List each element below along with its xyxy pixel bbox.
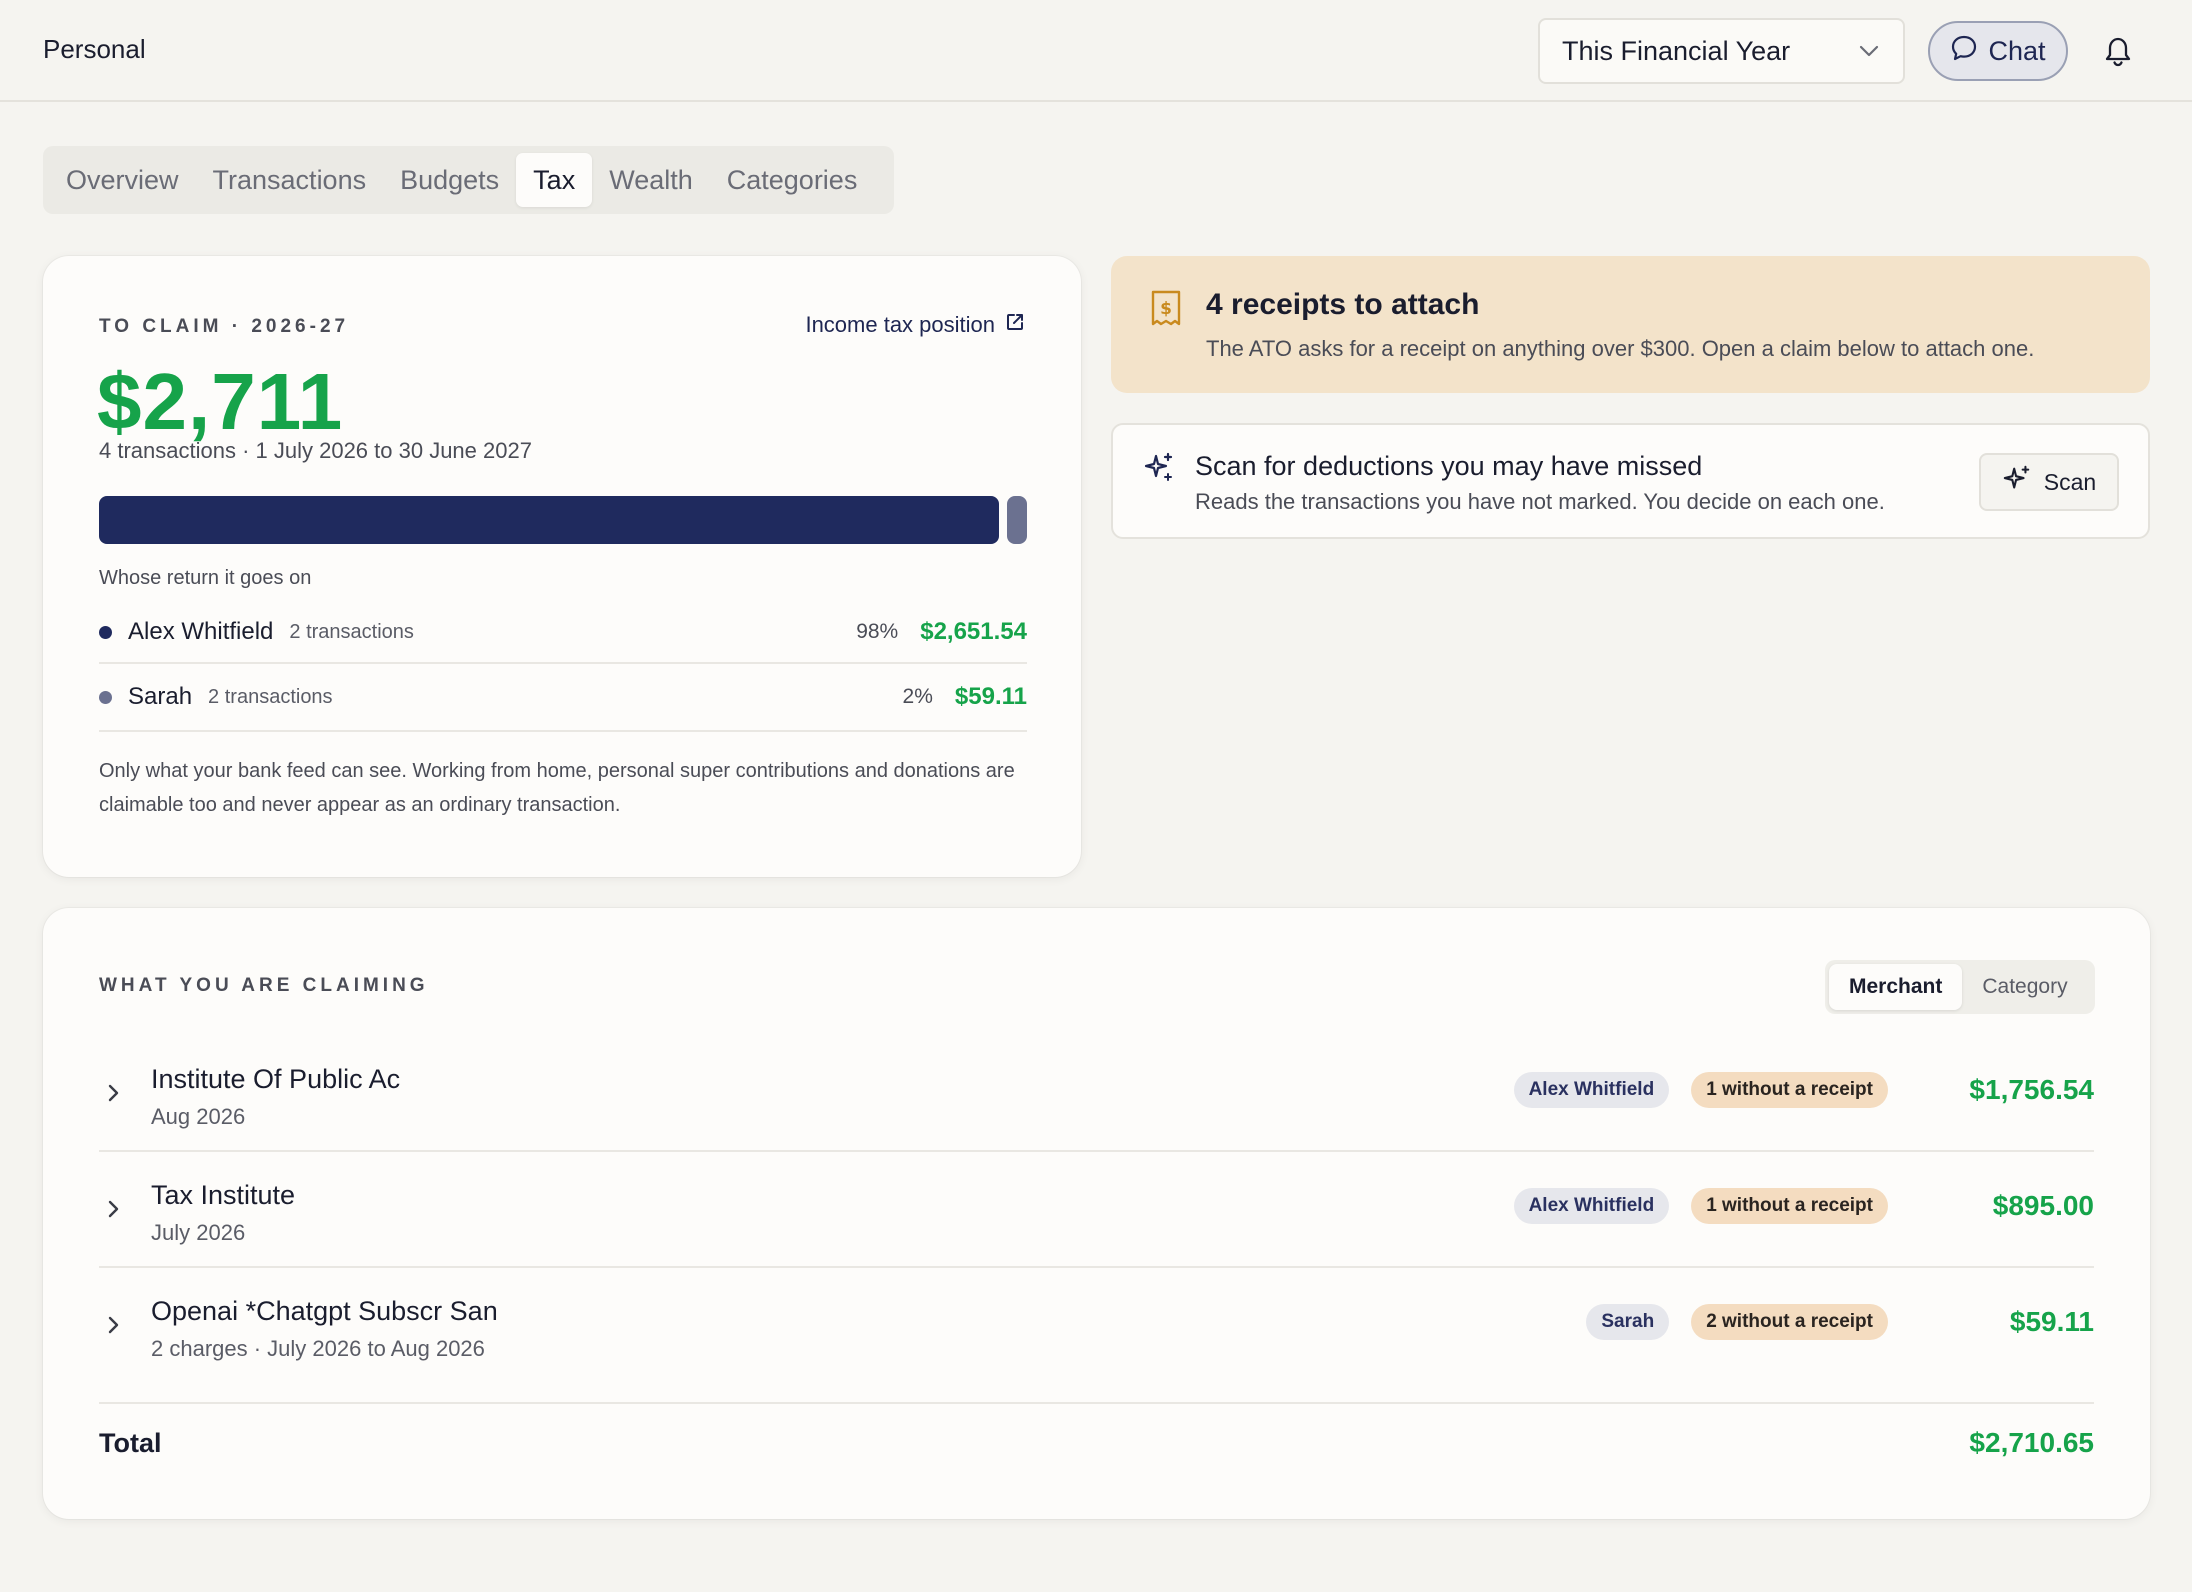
merchant-date: July 2026	[151, 1220, 246, 1245]
claim-subtitle: 4 transactions · 1 July 2026 to 30 June …	[99, 438, 532, 463]
claim-row[interactable]: Openai *Chatgpt Subscr San 2 charges · J…	[99, 1268, 2094, 1404]
receipt-icon: $	[1149, 289, 1183, 327]
person-count: 2 transactions	[289, 620, 414, 643]
merchant-name: Institute Of Public Ac	[151, 1064, 401, 1094]
person-percent: 2%	[902, 685, 933, 708]
person-amount: $59.11	[954, 683, 1027, 710]
person-row-alex: Alex Whitfield 2 transactions 98% $2,651…	[99, 602, 1027, 664]
chevron-right-icon[interactable]	[105, 1078, 123, 1108]
scan-title: Scan for deductions you may have missed	[1195, 451, 1703, 481]
claim-amount: $1,756.54	[1969, 1074, 2094, 1105]
person-percent: 98%	[856, 620, 899, 643]
claim-row[interactable]: Tax Institute July 2026 Alex Whitfield 1…	[99, 1152, 2094, 1268]
person-badge: Sarah	[1586, 1304, 1670, 1340]
claiming-eyebrow: WHAT YOU ARE CLAIMING	[99, 975, 429, 996]
split-bar-alex	[99, 496, 999, 544]
return-split-bar	[99, 496, 1027, 544]
person-amount: $2,651.54	[920, 618, 1027, 645]
claim-amount: $59.11	[2009, 1306, 2094, 1337]
chat-bubble-icon	[1950, 34, 1978, 69]
receipt-badge[interactable]: 1 without a receipt	[1691, 1072, 1888, 1108]
receipts-title: 4 receipts to attach	[1206, 288, 1480, 321]
tab-budgets[interactable]: Budgets	[383, 153, 516, 207]
sparkle-icon	[1143, 451, 1175, 483]
merchant-date: Aug 2026	[151, 1104, 246, 1129]
person-name: Sarah	[128, 683, 193, 710]
person-count: 2 transactions	[208, 685, 333, 708]
svg-text:$: $	[1160, 299, 1172, 319]
scan-text: Reads the transactions you have not mark…	[1195, 489, 1885, 514]
person-dot	[99, 625, 112, 639]
bell-icon[interactable]	[2102, 34, 2134, 68]
to-claim-card: TO CLAIM · 2026-27 Income tax position $…	[43, 256, 1081, 877]
bank-feed-note: Only what your bank feed can see. Workin…	[99, 760, 1015, 816]
claim-eyebrow: TO CLAIM · 2026-27	[99, 316, 350, 337]
merchant-name: Openai *Chatgpt Subscr San	[151, 1296, 498, 1326]
split-bar-sarah	[1007, 496, 1027, 544]
tab-tax[interactable]: Tax	[516, 153, 593, 207]
external-link-icon	[1005, 312, 1025, 338]
claim-amount: $895.00	[1992, 1190, 2094, 1221]
scan-deductions-card: Scan for deductions you may have missed …	[1111, 423, 2150, 539]
claim-row[interactable]: Institute Of Public Ac Aug 2026 Alex Whi…	[99, 1036, 2094, 1152]
income-tax-position-link[interactable]: Income tax position	[805, 312, 1025, 338]
receipts-text: The ATO asks for a receipt on anything o…	[1206, 336, 2035, 361]
whose-return-label: Whose return it goes on	[99, 567, 312, 589]
chevron-down-icon	[1859, 40, 1881, 62]
total-label: Total	[99, 1427, 162, 1458]
receipt-badge[interactable]: 2 without a receipt	[1691, 1304, 1888, 1340]
group-by-toggle: Merchant Category	[1825, 960, 2095, 1014]
person-name: Alex Whitfield	[128, 618, 274, 645]
receipt-badge[interactable]: 1 without a receipt	[1691, 1188, 1888, 1224]
top-header: Personal This Financial Year Chat	[0, 0, 2192, 102]
scan-button[interactable]: Scan	[1979, 453, 2119, 511]
person-row-sarah: Sarah 2 transactions 2% $59.11	[99, 664, 1027, 732]
merchant-date: 2 charges · July 2026 to Aug 2026	[151, 1336, 485, 1361]
claiming-card: WHAT YOU ARE CLAIMING Merchant Category …	[43, 908, 2150, 1519]
receipts-banner: $ 4 receipts to attach The ATO asks for …	[1111, 256, 2150, 393]
total-row: Total $2,710.65	[99, 1423, 2094, 1463]
brand-title: Personal	[43, 34, 146, 64]
person-badge: Alex Whitfield	[1513, 1072, 1670, 1108]
income-tax-position-label: Income tax position	[805, 312, 995, 337]
sparkle-icon	[2002, 464, 2032, 500]
period-select-value: This Financial Year	[1562, 35, 1791, 66]
tab-categories[interactable]: Categories	[710, 153, 875, 207]
total-value: $2,710.65	[1969, 1427, 2094, 1458]
chevron-right-icon[interactable]	[105, 1310, 123, 1340]
chat-label: Chat	[1988, 35, 2046, 66]
toggle-category[interactable]: Category	[1962, 964, 2087, 1010]
toggle-merchant[interactable]: Merchant	[1829, 964, 1963, 1010]
section-tabs: Overview Transactions Budgets Tax Wealth…	[43, 146, 894, 214]
chevron-right-icon[interactable]	[105, 1194, 123, 1224]
person-dot	[99, 690, 112, 704]
tab-overview[interactable]: Overview	[49, 153, 196, 207]
tab-wealth[interactable]: Wealth	[592, 153, 710, 207]
scan-button-label: Scan	[2043, 468, 2097, 495]
period-select[interactable]: This Financial Year	[1538, 18, 1905, 84]
merchant-name: Tax Institute	[151, 1180, 296, 1210]
person-badge: Alex Whitfield	[1513, 1188, 1670, 1224]
chat-button[interactable]: Chat	[1928, 21, 2068, 81]
claim-total-amount: $2,711	[97, 357, 344, 446]
tab-transactions[interactable]: Transactions	[196, 153, 384, 207]
